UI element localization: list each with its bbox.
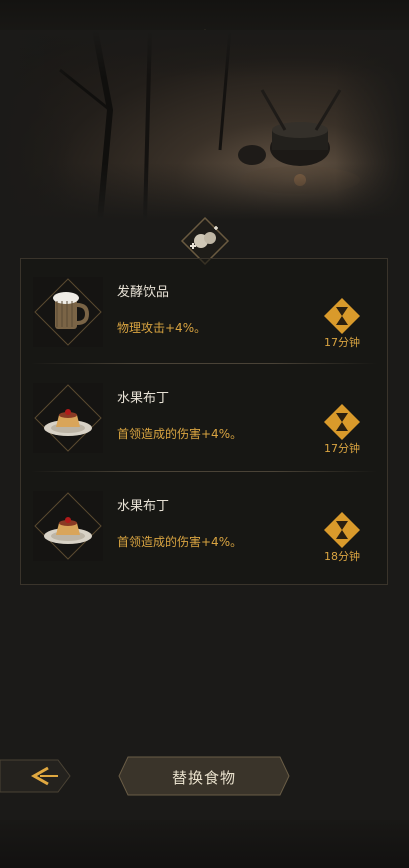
bottom-band — [0, 820, 409, 868]
food-thumbnail — [33, 383, 103, 453]
hourglass-icon — [324, 404, 360, 440]
back-arrow-icon — [0, 759, 71, 793]
timer-text: 17分钟 — [324, 442, 360, 455]
food-buff-panel: 发酵饮品 物理攻击+4%。 17分钟 水果布丁 首领造成的伤害+4%。 17分钟… — [20, 258, 388, 585]
row-divider — [31, 471, 377, 472]
timer-text: 17分钟 — [324, 336, 360, 349]
food-name: 水果布丁 — [117, 391, 170, 406]
food-name: 发酵饮品 — [117, 285, 170, 300]
buff-timer: 18分钟 — [309, 511, 375, 571]
row-divider — [31, 363, 377, 364]
food-effect: 物理攻击+4%。 — [117, 321, 207, 335]
replace-food-button[interactable]: 替换食物 — [118, 756, 290, 796]
food-thumbnail — [33, 277, 103, 347]
ale-mug-icon — [34, 278, 102, 346]
timer-text: 18分钟 — [324, 550, 360, 563]
food-item[interactable]: 发酵饮品 物理攻击+4%。 17分钟 — [21, 259, 387, 363]
food-thumbnail — [33, 491, 103, 561]
food-name: 水果布丁 — [117, 499, 170, 514]
food-effect: 首领造成的伤害+4%。 — [117, 535, 243, 549]
back-button[interactable] — [0, 756, 72, 796]
food-effect: 首领造成的伤害+4%。 — [117, 427, 243, 441]
hero-fade — [0, 30, 409, 220]
buff-timer: 17分钟 — [309, 297, 375, 357]
campfire-scene — [0, 30, 409, 220]
fruit-pudding-icon — [34, 384, 102, 452]
fruit-pudding-icon — [34, 492, 102, 560]
bottom-action-bar: 替换食物 — [0, 752, 409, 804]
hourglass-icon — [324, 298, 360, 334]
food-item[interactable]: 水果布丁 首领造成的伤害+4%。 18分钟 — [21, 473, 387, 577]
buff-timer: 17分钟 — [309, 403, 375, 463]
food-item[interactable]: 水果布丁 首领造成的伤害+4%。 17分钟 — [21, 365, 387, 469]
replace-food-label: 替换食物 — [171, 769, 236, 787]
hourglass-icon — [324, 512, 360, 548]
